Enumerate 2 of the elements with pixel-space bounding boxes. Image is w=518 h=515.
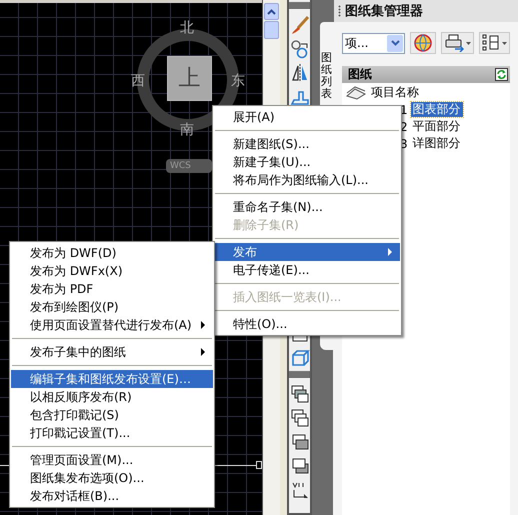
section-header: 图纸 [348, 66, 372, 83]
panel-title: 图纸集管理器 [345, 3, 423, 20]
